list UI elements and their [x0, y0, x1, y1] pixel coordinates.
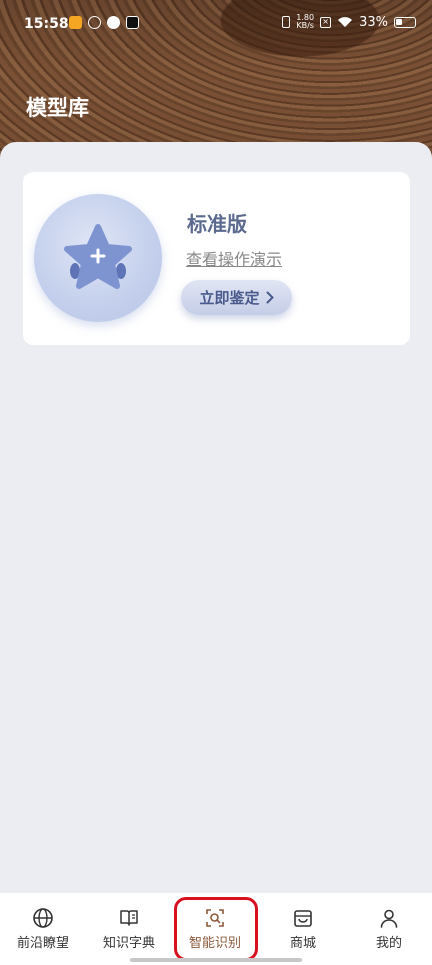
- status-right: 1.80 KB/s × 33%: [282, 14, 416, 30]
- model-title: 标准版: [187, 212, 247, 236]
- battery-icon: [394, 16, 416, 28]
- scan-icon: [206, 909, 224, 927]
- identify-button-label: 立即鉴定: [199, 289, 260, 307]
- tab-frontier[interactable]: 前沿瞭望: [0, 893, 86, 965]
- identify-button[interactable]: 立即鉴定: [181, 280, 292, 315]
- link-icon: [88, 16, 101, 29]
- tiktok-icon: [126, 16, 139, 29]
- globe-icon: [33, 908, 53, 928]
- content-sheet: 标准版 查看操作演示 立即鉴定: [0, 142, 432, 892]
- demo-link[interactable]: 查看操作演示: [186, 246, 282, 270]
- tab-store[interactable]: 商城: [260, 893, 346, 965]
- book-icon: [120, 910, 138, 926]
- status-app-icons: [69, 16, 139, 29]
- bottom-tab-bar: 前沿瞭望 知识字典 智能识别 商城 我的: [0, 892, 432, 965]
- weibo-icon: [69, 16, 82, 29]
- model-image: [34, 194, 162, 322]
- tab-label: 知识字典: [102, 936, 155, 951]
- vibrate-icon: [282, 16, 291, 28]
- tab-smart-identify[interactable]: 智能识别: [172, 893, 258, 965]
- battery-text: 33%: [359, 14, 388, 30]
- tab-label: 智能识别: [188, 936, 241, 951]
- wifi-icon: [338, 17, 353, 27]
- sim-off-icon: ×: [320, 16, 332, 28]
- star-icon: [64, 224, 132, 289]
- tab-dictionary[interactable]: 知识字典: [86, 893, 172, 965]
- tab-label: 前沿瞭望: [16, 936, 69, 951]
- tab-profile[interactable]: 我的: [346, 893, 432, 965]
- page-title: 模型库: [26, 96, 89, 120]
- status-bar: 15:58 1.80 KB/s × 33%: [0, 0, 432, 50]
- home-indicator[interactable]: [130, 958, 302, 962]
- clover-icon: [107, 16, 120, 29]
- net-speed: 1.80 KB/s: [296, 13, 315, 30]
- status-time: 15:58: [24, 16, 69, 32]
- tab-label: 我的: [375, 936, 402, 951]
- tab-label: 商城: [289, 936, 316, 951]
- model-card[interactable]: 标准版 查看操作演示 立即鉴定: [23, 172, 410, 345]
- chevron-right-icon: [266, 291, 274, 304]
- user-icon: [380, 909, 398, 928]
- store-icon: [294, 910, 312, 927]
